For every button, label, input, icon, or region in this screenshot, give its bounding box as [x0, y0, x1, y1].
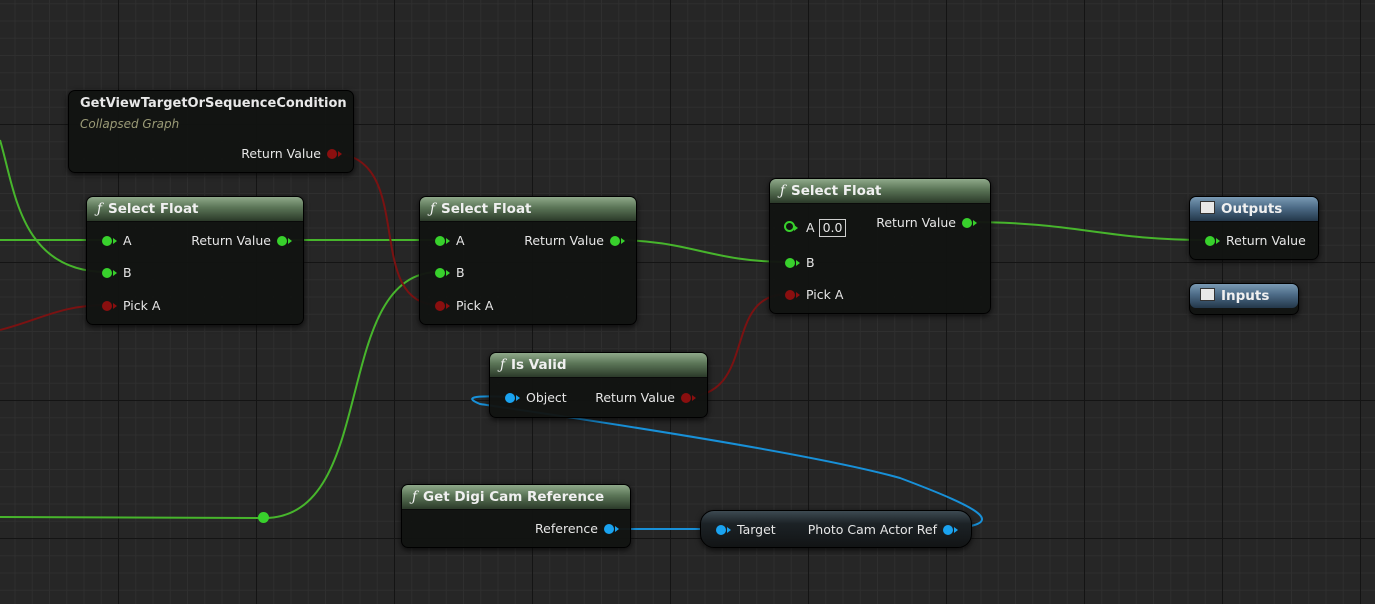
float-pin-icon[interactable] [102, 236, 117, 246]
input-pin-pick-a[interactable]: Pick A [435, 298, 493, 314]
get-digi-cam-reference-node[interactable]: ƒ Get Digi Cam Reference Reference [401, 484, 631, 548]
node-title: Is Valid [511, 357, 567, 373]
bool-pin-icon[interactable] [785, 290, 800, 300]
is-valid-node[interactable]: ƒ Is Valid Object Return Value [489, 352, 708, 418]
function-icon: ƒ [430, 201, 435, 217]
node-title: Get Digi Cam Reference [423, 489, 605, 505]
select-float-node-3[interactable]: ƒ Select Float A 0.0 B Pick A Return Value [769, 178, 991, 314]
function-icon: ƒ [97, 201, 102, 217]
output-pin-return-value[interactable]: Return Value [241, 146, 342, 162]
tunnel-icon [1200, 288, 1215, 301]
inputs-node[interactable]: Inputs [1189, 283, 1299, 315]
input-pin-pick-a[interactable]: Pick A [785, 287, 843, 303]
output-pin-return-value[interactable]: Return Value [595, 390, 696, 406]
output-pin-reference[interactable]: Reference [535, 521, 619, 537]
bool-pin-icon[interactable] [435, 301, 450, 311]
node-title: Select Float [791, 183, 882, 199]
float-pin-icon[interactable] [435, 236, 450, 246]
wire-float [613, 239, 789, 263]
node-header: Inputs [1190, 284, 1298, 308]
input-pin-target[interactable]: Target [716, 522, 776, 538]
float-pin-icon[interactable] [102, 268, 117, 278]
object-pin-icon[interactable] [943, 525, 958, 535]
outputs-node[interactable]: Outputs Return Value [1189, 196, 1319, 260]
float-pin-icon[interactable] [1205, 236, 1220, 246]
function-icon: ƒ [780, 183, 785, 199]
float-pin-icon[interactable] [962, 218, 977, 228]
float-pin-unconnected-icon[interactable] [784, 221, 798, 232]
input-pin-b[interactable]: B [435, 265, 465, 281]
output-pin-return-value[interactable]: Return Value [191, 233, 292, 249]
object-pin-icon[interactable] [604, 524, 619, 534]
wire-float [0, 516, 265, 519]
output-pin-return-value[interactable]: Return Value [876, 215, 977, 231]
input-pin-a[interactable]: A [102, 233, 132, 249]
node-header: ƒ Select Float [420, 197, 636, 222]
object-pin-icon[interactable] [505, 393, 520, 403]
output-pin-return-value[interactable]: Return Value [524, 233, 625, 249]
float-pin-icon[interactable] [435, 268, 450, 278]
object-pin-icon[interactable] [716, 525, 731, 535]
input-pin-a[interactable]: A 0.0 [784, 219, 847, 237]
node-title: Select Float [441, 201, 532, 217]
function-icon: ƒ [500, 357, 505, 373]
input-pin-b[interactable]: B [785, 255, 815, 271]
node-title: GetViewTargetOrSequenceCondition [80, 96, 347, 111]
select-float-node-2[interactable]: ƒ Select Float A B Pick A Return Value [419, 196, 637, 325]
node-title: Inputs [1221, 288, 1270, 304]
bool-pin-icon[interactable] [327, 149, 342, 159]
bool-pin-icon[interactable] [102, 301, 117, 311]
function-icon: ƒ [412, 489, 417, 505]
node-header: ƒ Is Valid [490, 353, 707, 378]
tunnel-icon [1200, 201, 1215, 214]
float-pin-icon[interactable] [277, 236, 292, 246]
input-pin-a[interactable]: A [435, 233, 465, 249]
node-subtitle: Collapsed Graph [80, 117, 180, 131]
node-header: Outputs [1190, 197, 1318, 222]
node-title: Select Float [108, 201, 199, 217]
pin-label: Return Value [241, 146, 321, 161]
node-header: ƒ Select Float [770, 179, 990, 204]
node-header: ƒ Select Float [87, 197, 303, 222]
float-pin-icon[interactable] [610, 236, 625, 246]
output-pin-photo-cam-actor-ref[interactable]: Photo Cam Actor Ref [808, 522, 958, 538]
bool-pin-icon[interactable] [681, 393, 696, 403]
float-pin-icon[interactable] [785, 258, 800, 268]
select-float-node-1[interactable]: ƒ Select Float A B Pick A Return Value [86, 196, 304, 325]
input-pin-pick-a[interactable]: Pick A [102, 298, 160, 314]
wire-float [965, 221, 1210, 241]
node-title: Outputs [1221, 201, 1283, 217]
input-pin-b[interactable]: B [102, 265, 132, 281]
reroute-node[interactable] [258, 512, 269, 523]
collapsed-graph-node[interactable]: GetViewTargetOrSequenceCondition Collaps… [68, 90, 354, 173]
input-pin-object[interactable]: Object [505, 390, 567, 406]
photo-cam-actor-ref-node[interactable]: Target Photo Cam Actor Ref [700, 510, 972, 548]
node-header: ƒ Get Digi Cam Reference [402, 485, 630, 510]
a-value-field[interactable]: 0.0 [818, 219, 847, 237]
input-pin-return-value[interactable]: Return Value [1205, 233, 1306, 249]
